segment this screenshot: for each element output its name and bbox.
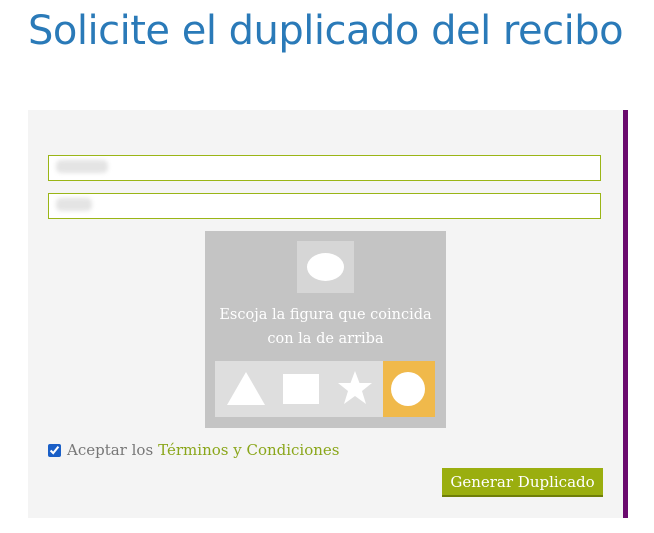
page-title: Solicite el duplicado del recibo [28,8,624,54]
ellipse-icon [307,253,344,281]
circle-icon [391,372,425,406]
shape-captcha: Escoja la figura que coincida con la de … [205,231,446,428]
generate-duplicate-button[interactable]: Generar Duplicado [442,468,603,497]
square-icon [283,374,319,404]
field1-input[interactable] [48,155,601,181]
field1-blurred-value [56,160,108,173]
triangle-icon [227,372,265,405]
captcha-target [297,241,354,293]
captcha-option-star[interactable] [329,361,381,417]
captcha-option-square[interactable] [275,361,327,417]
duplicate-request-form: Escoja la figura que coincida con la de … [28,110,628,518]
captcha-option-triangle[interactable] [219,361,271,417]
terms-row: Aceptar los Términos y Condiciones [48,441,340,459]
field2-input[interactable] [48,193,601,219]
captcha-option-circle[interactable] [383,361,435,417]
field2-blurred-value [56,198,92,211]
terms-checkbox[interactable] [48,443,61,457]
terms-link[interactable]: Términos y Condiciones [158,441,339,459]
star-icon [338,371,372,404]
captcha-instruction: Escoja la figura que coincida con la de … [219,307,432,347]
terms-prefix: Aceptar los [67,441,154,459]
captcha-options [215,361,435,417]
